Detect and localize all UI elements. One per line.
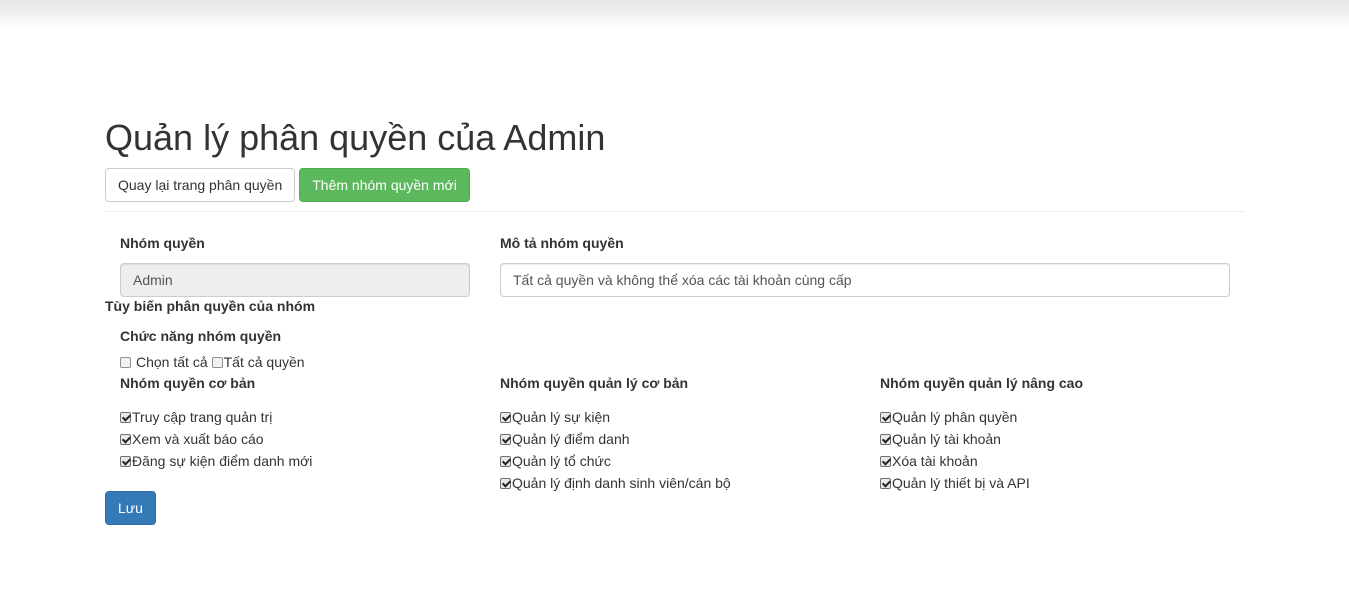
permission-item: Quản lý tổ chức bbox=[500, 450, 860, 472]
permission-group-title: Nhóm quyền quản lý nâng cao bbox=[880, 375, 1084, 391]
group-description-input[interactable]: Tất cả quyền và không thể xóa các tài kh… bbox=[500, 263, 1230, 297]
permission-label: Quản lý tổ chức bbox=[512, 453, 611, 469]
save-wrapper: Lưu bbox=[105, 491, 156, 525]
permission-group-management-basic: Nhóm quyền quản lý cơ bản Quản lý sự kiệ… bbox=[500, 374, 860, 494]
permission-group-title: Nhóm quyền cơ bản bbox=[120, 375, 256, 391]
group-form: Nhóm quyền Admin Mô tả nhóm quyền Tất cả… bbox=[105, 212, 1245, 312]
permission-item: Quản lý định danh sinh viên/cán bộ bbox=[500, 472, 860, 494]
permission-checkbox[interactable] bbox=[500, 433, 511, 445]
permission-label: Quản lý thiết bị và API bbox=[892, 475, 1030, 491]
permission-item: Quản lý phân quyền bbox=[880, 406, 1240, 428]
permission-item: Xem và xuất báo cáo bbox=[120, 428, 480, 450]
permission-checkbox[interactable] bbox=[880, 411, 891, 423]
group-description-field-wrapper: Mô tả nhóm quyền Tất cả quyền và không t… bbox=[500, 212, 1230, 297]
permission-checkbox[interactable] bbox=[880, 455, 891, 467]
permission-checkbox[interactable] bbox=[500, 455, 511, 467]
permission-item: Quản lý điểm danh bbox=[500, 428, 860, 450]
top-header-shadow bbox=[0, 0, 1349, 30]
permission-label: Quản lý tài khoản bbox=[892, 431, 1001, 447]
select-all-checkbox[interactable] bbox=[120, 356, 131, 368]
permission-group-title: Nhóm quyền quản lý cơ bản bbox=[500, 375, 689, 391]
permission-label: Đăng sự kiện điểm danh mới bbox=[132, 453, 313, 469]
group-name-label: Nhóm quyền bbox=[120, 235, 205, 251]
permission-label: Xóa tài khoản bbox=[892, 453, 978, 469]
permission-checkbox[interactable] bbox=[500, 411, 511, 423]
permission-label: Quản lý sự kiện bbox=[512, 409, 611, 425]
permission-label: Truy cập trang quản trị bbox=[132, 409, 273, 425]
permission-checkbox[interactable] bbox=[880, 433, 891, 445]
permission-label: Quản lý định danh sinh viên/cán bộ bbox=[512, 475, 731, 491]
back-to-permissions-button[interactable]: Quay lại trang phân quyền bbox=[105, 168, 296, 202]
add-permission-group-button[interactable]: Thêm nhóm quyền mới bbox=[299, 168, 470, 202]
page-title: Quản lý phân quyền của Admin bbox=[105, 117, 606, 158]
group-name-input[interactable]: Admin bbox=[120, 263, 470, 297]
permission-item: Quản lý tài khoản bbox=[880, 428, 1240, 450]
select-all-label: Chọn tất cả bbox=[136, 354, 208, 370]
group-name-field-wrapper: Nhóm quyền Admin bbox=[120, 212, 470, 297]
permission-item: Truy cập trang quản trị bbox=[120, 406, 480, 428]
action-buttons: Quay lại trang phân quyền Thêm nhóm quyề… bbox=[105, 168, 1245, 202]
group-description-label: Mô tả nhóm quyền bbox=[500, 235, 624, 251]
permission-item: Quản lý sự kiện bbox=[500, 406, 860, 428]
permission-group-basic: Nhóm quyền cơ bản Truy cập trang quản tr… bbox=[120, 374, 480, 472]
function-title: Chức năng nhóm quyền bbox=[120, 328, 282, 344]
all-permissions-label: Tất cả quyền bbox=[223, 354, 305, 370]
save-button[interactable]: Lưu bbox=[105, 491, 156, 525]
permission-item: Đăng sự kiện điểm danh mới bbox=[120, 450, 480, 472]
permission-label: Quản lý phân quyền bbox=[892, 409, 1018, 425]
permission-checkbox[interactable] bbox=[880, 477, 891, 489]
permission-item: Xóa tài khoản bbox=[880, 450, 1240, 472]
permission-group-management-advanced: Nhóm quyền quản lý nâng cao Quản lý phân… bbox=[880, 374, 1240, 494]
customize-section-title: Tùy biến phân quyền của nhóm bbox=[105, 298, 316, 314]
main-container: Quản lý phân quyền của Admin Quay lại tr… bbox=[105, 112, 1245, 525]
permission-checkbox[interactable] bbox=[120, 411, 131, 423]
permission-checkbox[interactable] bbox=[120, 455, 131, 467]
permission-label: Quản lý điểm danh bbox=[512, 431, 630, 447]
select-all-row: Chọn tất cả Tất cả quyền bbox=[120, 354, 305, 370]
permission-checkbox[interactable] bbox=[120, 433, 131, 445]
permission-checkbox[interactable] bbox=[500, 477, 511, 489]
permission-label: Xem và xuất báo cáo bbox=[132, 431, 264, 447]
all-permissions-checkbox[interactable] bbox=[211, 356, 223, 368]
permission-item: Quản lý thiết bị và API bbox=[880, 472, 1240, 494]
